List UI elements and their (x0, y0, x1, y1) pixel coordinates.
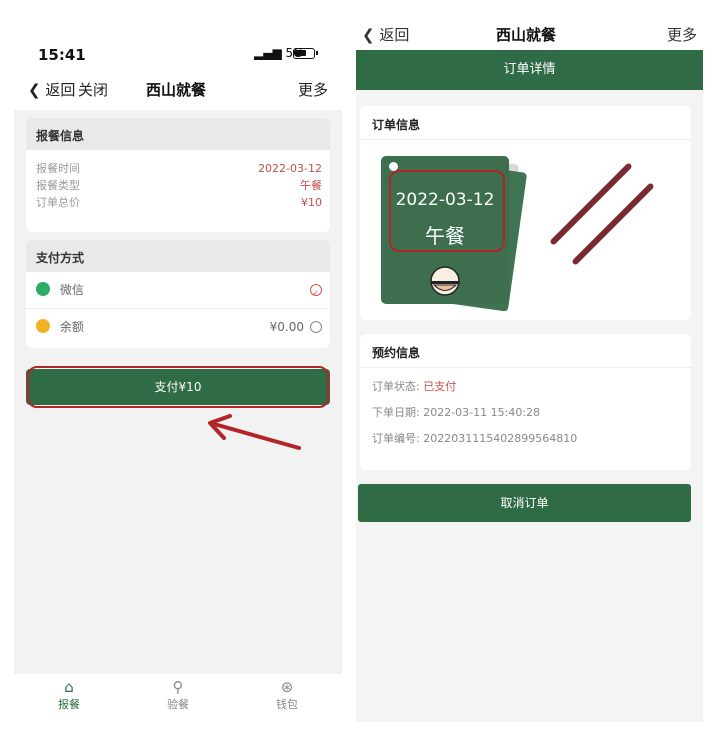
coin-icon (36, 319, 50, 333)
back-label: 返回 (379, 26, 410, 44)
order-info-card: 报餐信息 报餐时间 2022-03-12 报餐类型 午餐 订单总价 ¥10 (26, 118, 330, 232)
order-info-card: 订单信息 2022-03-12 午餐 (360, 106, 691, 320)
tab-label: 验餐 (167, 698, 189, 711)
wechat-option[interactable]: 微信 (26, 272, 330, 311)
reservation-card: 预约信息 订单状态: 已支付 下单日期: 2022-03-11 15:40:28… (360, 334, 691, 470)
date-value: 2022-03-11 15:40:28 (423, 406, 541, 419)
balance-label: 余额 (59, 320, 84, 334)
screenshot-stage: 15:41 ▂▄▆ 5G ❮ 返回 关闭 西山就餐 更多 报餐信息 报餐时间 2… (0, 0, 719, 745)
order-row: 报餐时间 2022-03-12 (26, 160, 330, 177)
chopstick-icon (549, 162, 633, 246)
payment-method-card: 支付方式 微信 余额 ¥0.00 (26, 240, 330, 348)
order-status-row: 订单状态: 已支付 (372, 378, 456, 394)
battery-icon (293, 48, 318, 59)
order-row: 订单总价 ¥10 (26, 194, 330, 211)
rice-bowl-icon (430, 266, 460, 296)
order-detail-header: 订单详情 (356, 50, 703, 90)
status-label: 订单状态: (372, 380, 420, 393)
row-label: 订单总价 (36, 196, 80, 209)
order-id-row: 订单编号: 20220311154028995648​10 (372, 430, 577, 446)
order-date-row: 下单日期: 2022-03-11 15:40:28 (372, 404, 540, 420)
order-info-header: 订单信息 (360, 106, 691, 140)
reservation-header: 预约信息 (360, 334, 691, 368)
red-arrow-icon (208, 414, 301, 450)
tab-bar: ⌂ 报餐 ⚲ 验餐 ⊛ 钱包 (14, 674, 342, 724)
status-bar: 15:41 ▂▄▆ 5G (14, 24, 342, 68)
more-button[interactable]: 更多 (667, 24, 697, 45)
highlight-outline (27, 366, 329, 408)
balance-value: ¥0.00 (269, 320, 304, 334)
tab-wallet[interactable]: ⊛ 钱包 (257, 678, 317, 712)
row-label: 报餐类型 (36, 179, 80, 192)
status-time: 15:41 (38, 46, 86, 64)
row-value: 2022-03-12 (258, 162, 322, 175)
search-icon: ⚲ (172, 678, 184, 696)
nav-bar: ❮ 返回 关闭 西山就餐 更多 (14, 68, 342, 110)
tab-label: 报餐 (58, 698, 80, 711)
balance-radio[interactable] (310, 321, 322, 333)
payment-screen: 15:41 ▂▄▆ 5G ❮ 返回 关闭 西山就餐 更多 报餐信息 报餐时间 2… (14, 24, 342, 724)
order-row: 报餐类型 午餐 (26, 177, 330, 194)
chopstick-icon (571, 182, 655, 266)
wechat-label: 微信 (59, 283, 84, 297)
payment-method-header: 支付方式 (26, 240, 330, 272)
status-value: 已支付 (423, 380, 457, 393)
more-button[interactable]: 更多 (298, 79, 328, 100)
tab-label: 钱包 (276, 698, 298, 711)
page-title: 西山就餐 (146, 81, 207, 99)
row-label: 报餐时间 (36, 162, 80, 175)
highlight-outline (389, 170, 505, 252)
wechat-radio[interactable] (310, 275, 322, 311)
order-info-header: 报餐信息 (26, 118, 330, 150)
id-value: 20220311154028995648​10 (423, 432, 578, 445)
tab-order[interactable]: ⌂ 报餐 (39, 678, 99, 712)
back-button[interactable]: ❮ 返回 (28, 79, 75, 100)
nav-bar: ❮ 返回 西山就餐 更多 (356, 18, 703, 50)
balance-option[interactable]: 余额 ¥0.00 (26, 308, 330, 344)
cancel-order-button[interactable]: 取消订单 (358, 484, 691, 522)
page-title: 西山就餐 (496, 26, 557, 44)
close-button[interactable]: 关闭 (78, 79, 108, 100)
order-detail-screen: ❮ 返回 西山就餐 更多 订单详情 订单信息 2022-03-12 午餐 预约信… (356, 18, 703, 722)
row-value: ¥10 (301, 196, 322, 209)
date-label: 下单日期: (372, 406, 420, 419)
tab-check[interactable]: ⚲ 验餐 (148, 678, 208, 712)
wechat-icon (36, 282, 50, 296)
back-button[interactable]: ❮ 返回 (362, 24, 409, 45)
id-label: 订单编号: (372, 432, 420, 445)
row-value: 午餐 (300, 179, 322, 192)
store-icon: ⌂ (64, 678, 74, 696)
yuan-icon: ⊛ (280, 678, 294, 696)
back-label: 返回 (45, 81, 76, 99)
